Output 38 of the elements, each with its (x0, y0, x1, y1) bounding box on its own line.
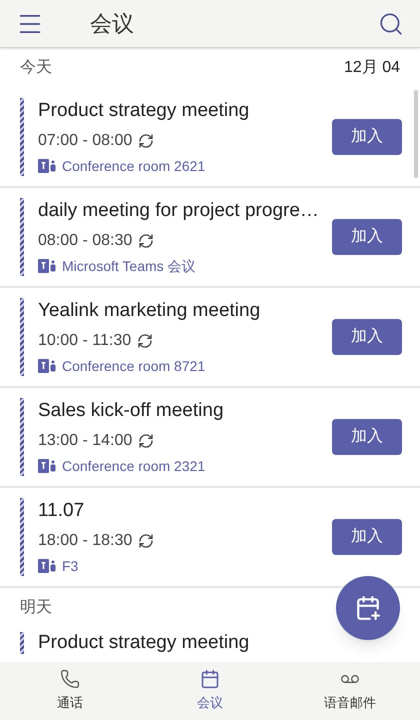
meeting-time: 07:00 - 08:00 (38, 130, 132, 151)
meeting-title: Product strategy meeting (37, 632, 250, 654)
meeting-stripe (20, 632, 24, 654)
phone-icon (60, 669, 80, 690)
teams-logo-icon (38, 258, 56, 274)
meeting-title: Sales kick-off meeting (38, 399, 225, 424)
join-button[interactable]: 加入 (332, 519, 402, 555)
teams-logo-icon (38, 458, 56, 474)
meeting-title: Product strategy meeting (38, 99, 250, 124)
teams-logo-icon (38, 358, 56, 374)
join-button[interactable]: 加入 (332, 319, 402, 355)
meeting-time: 13:00 - 14:00 (38, 430, 132, 451)
meeting-time: 08:00 - 08:30 (38, 230, 132, 251)
nav-tab[interactable]: 语音邮件 (280, 662, 420, 720)
calendar-icon (200, 669, 220, 690)
meeting-title: daily meeting for project progre… (38, 199, 320, 224)
calendar-plus-icon (355, 595, 381, 621)
meeting-location: F3 (62, 556, 78, 576)
meeting-location: Conference room 2321 (62, 456, 206, 476)
section-date: 12月 04 (344, 58, 400, 78)
section-label: 今天 (20, 58, 52, 78)
nav-tab[interactable]: 通话 (0, 662, 140, 720)
join-button[interactable]: 加入 (332, 119, 402, 155)
teams-logo-icon (38, 158, 56, 174)
join-button[interactable]: 加入 (332, 219, 402, 255)
meeting-location: Conference room 8721 (62, 356, 206, 376)
meeting-title: 11.07 (38, 499, 86, 524)
meeting-time: 18:00 - 18:30 (38, 530, 132, 551)
teams-logo-icon (38, 558, 56, 574)
nav-tab[interactable]: 会议 (140, 662, 280, 720)
section-label: 明天 (20, 598, 52, 618)
join-button[interactable]: 加入 (332, 419, 402, 455)
meeting-location: Microsoft Teams 会议 (62, 256, 196, 276)
page-title: 会议 (90, 10, 135, 38)
meeting-title: Yealink marketing meeting (38, 299, 262, 324)
meeting-location: Conference room 2621 (62, 156, 206, 176)
search-button[interactable] (378, 10, 404, 36)
meeting-time: 10:00 - 11:30 (38, 330, 132, 351)
